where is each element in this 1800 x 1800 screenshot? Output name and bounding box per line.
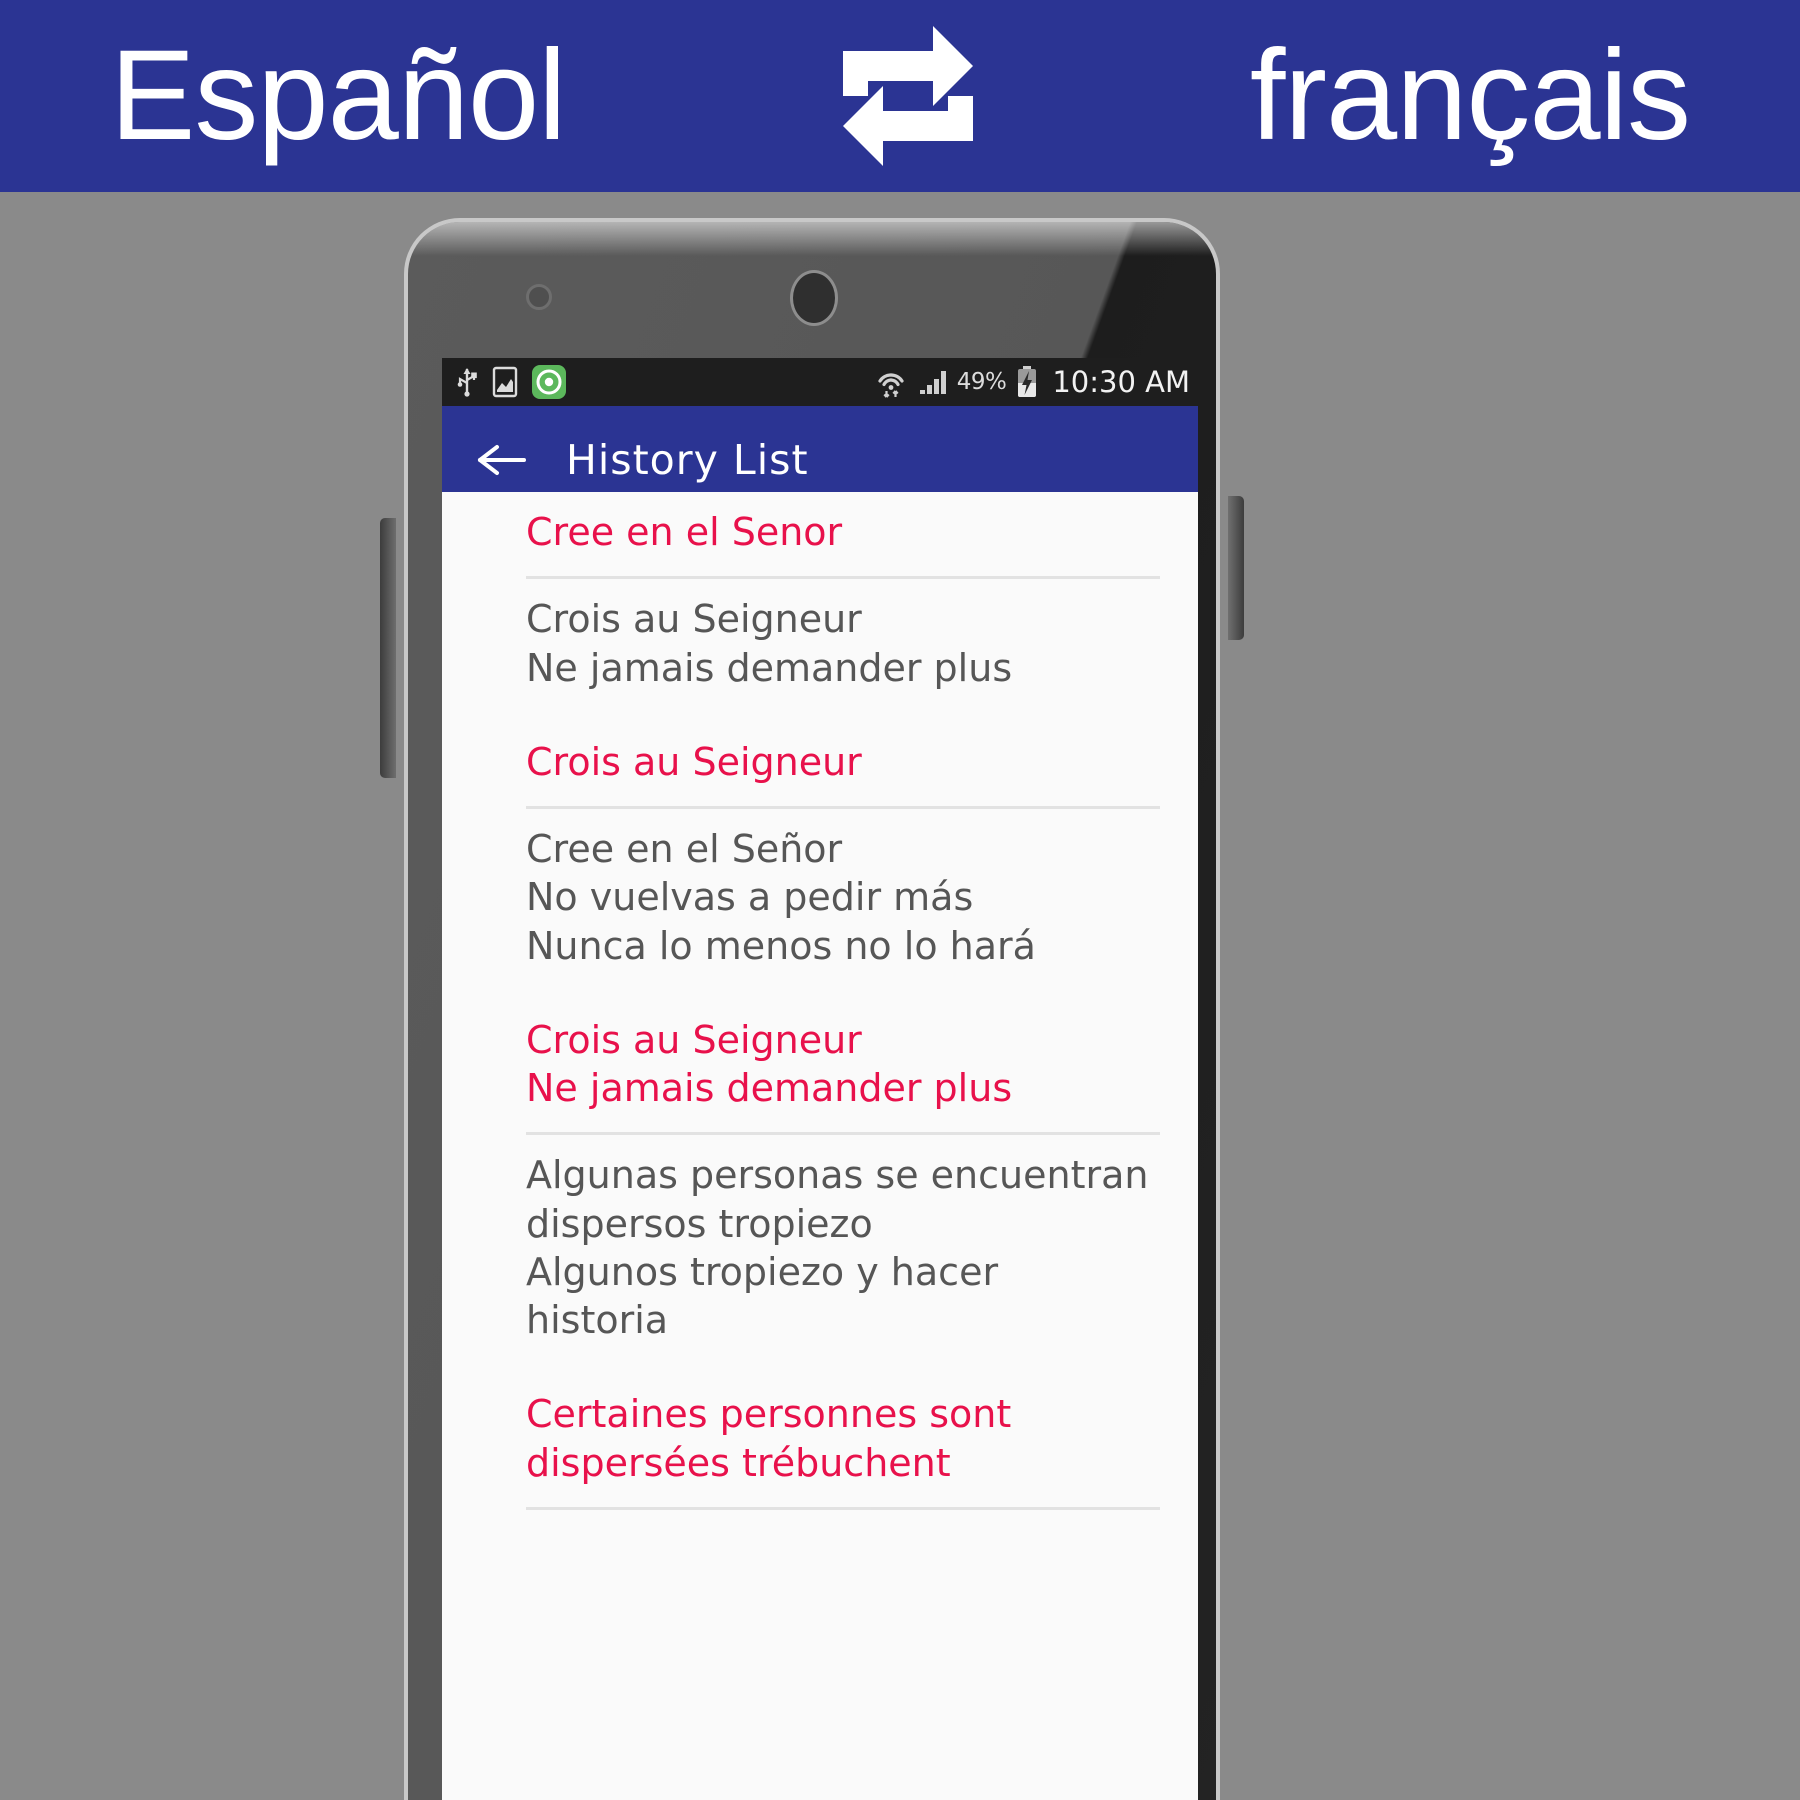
source-text-block: Crois au Seigneur Ne jamais demander plus (526, 595, 1150, 692)
history-list-item[interactable]: Cree en el Senor (442, 492, 1198, 580)
source-text-line: Nunca lo menos no lo hará (526, 923, 1036, 968)
signal-bars-icon (919, 371, 946, 394)
source-text-line: Ne jamais demander plus (526, 645, 1013, 690)
app-notification-icon (532, 365, 566, 399)
target-text-line: dispersées trébuchent (526, 1440, 951, 1485)
phone-body: 49% 10:30 AM History List Cree en el Sen… (404, 218, 1220, 1800)
history-entry: Cree en el Senor (442, 492, 1198, 576)
status-bar: 49% 10:30 AM (442, 358, 1198, 406)
target-text-block: Certaines personnes sont dispersées trébu… (526, 1390, 1150, 1487)
history-list-item[interactable]: Cree en el Señor No vuelvas a pedir más Nu… (442, 809, 1198, 1136)
history-list[interactable]: Cree en el Senor Crois au Seigneur Ne jama… (442, 492, 1198, 1510)
earpiece-speaker (790, 270, 838, 326)
source-text-line: Algunas personas se encuentran (526, 1153, 1149, 1198)
source-text-block: Algunas personas se encuentran dispersos … (526, 1151, 1150, 1344)
target-text-block: Crois au Seigneur (526, 738, 1150, 786)
volume-button[interactable] (380, 518, 396, 778)
swap-arrows-icon (842, 26, 973, 166)
phone-mockup: 49% 10:30 AM History List Cree en el Sen… (380, 218, 1244, 1800)
target-text-line: Certaines personnes sont (526, 1392, 1012, 1437)
status-bar-clock: 10:30 AM (1052, 365, 1190, 399)
status-bar-right-icons: 49% 10:30 AM (875, 365, 1190, 399)
source-text-line: Algunos tropiezo y hacer (526, 1249, 999, 1294)
source-language-label[interactable]: Español (110, 32, 567, 160)
target-text-line: Crois au Seigneur (526, 1017, 862, 1062)
source-text-line: Crois au Seigneur (526, 597, 862, 642)
target-text-line: Ne jamais demander plus (526, 1066, 1013, 1110)
screenshot-icon (492, 366, 518, 398)
source-text-block: Cree en el Señor No vuelvas a pedir más Nu… (526, 825, 1150, 970)
page-title: History List (566, 435, 809, 484)
history-entry: Crois au Seigneur Ne jamais demander plus… (442, 579, 1198, 806)
source-text-line: No vuelvas a pedir más (526, 875, 974, 920)
front-camera-icon (526, 284, 552, 310)
target-text-block: Cree en el Senor (526, 508, 1150, 556)
usb-icon (457, 368, 477, 397)
target-text-line: Crois au Seigneur (526, 739, 862, 784)
source-text-line: historia (526, 1298, 669, 1342)
source-text-line: dispersos tropiezo (526, 1201, 873, 1246)
target-language-label[interactable]: français (1250, 32, 1691, 160)
phone-screen: 49% 10:30 AM History List Cree en el Sen… (442, 358, 1198, 1800)
bezel-highlight (408, 222, 1216, 256)
back-arrow-icon[interactable] (476, 440, 528, 480)
swap-languages-button[interactable] (808, 26, 1008, 166)
wifi-icon (878, 373, 904, 398)
language-banner: Español français (0, 0, 1800, 192)
target-text-block: Crois au Seigneur Ne jamais demander plus (526, 1016, 1150, 1113)
history-entry: Algunas personas se encuentran dispersos … (442, 1135, 1198, 1507)
battery-percentage: 49% (956, 369, 1007, 395)
history-entry: Cree en el Señor No vuelvas a pedir más Nu… (442, 809, 1198, 1132)
history-list-item[interactable]: Crois au Seigneur Ne jamais demander plus… (442, 579, 1198, 809)
source-text-line: Cree en el Señor (526, 827, 843, 871)
status-bar-left-icons (456, 365, 566, 399)
target-text-line: Cree en el Senor (526, 510, 843, 554)
history-list-item[interactable]: Algunas personas se encuentran dispersos … (442, 1135, 1198, 1510)
battery-charging-icon (1018, 366, 1037, 397)
list-divider (526, 1506, 1160, 1510)
power-button[interactable] (1228, 496, 1244, 640)
